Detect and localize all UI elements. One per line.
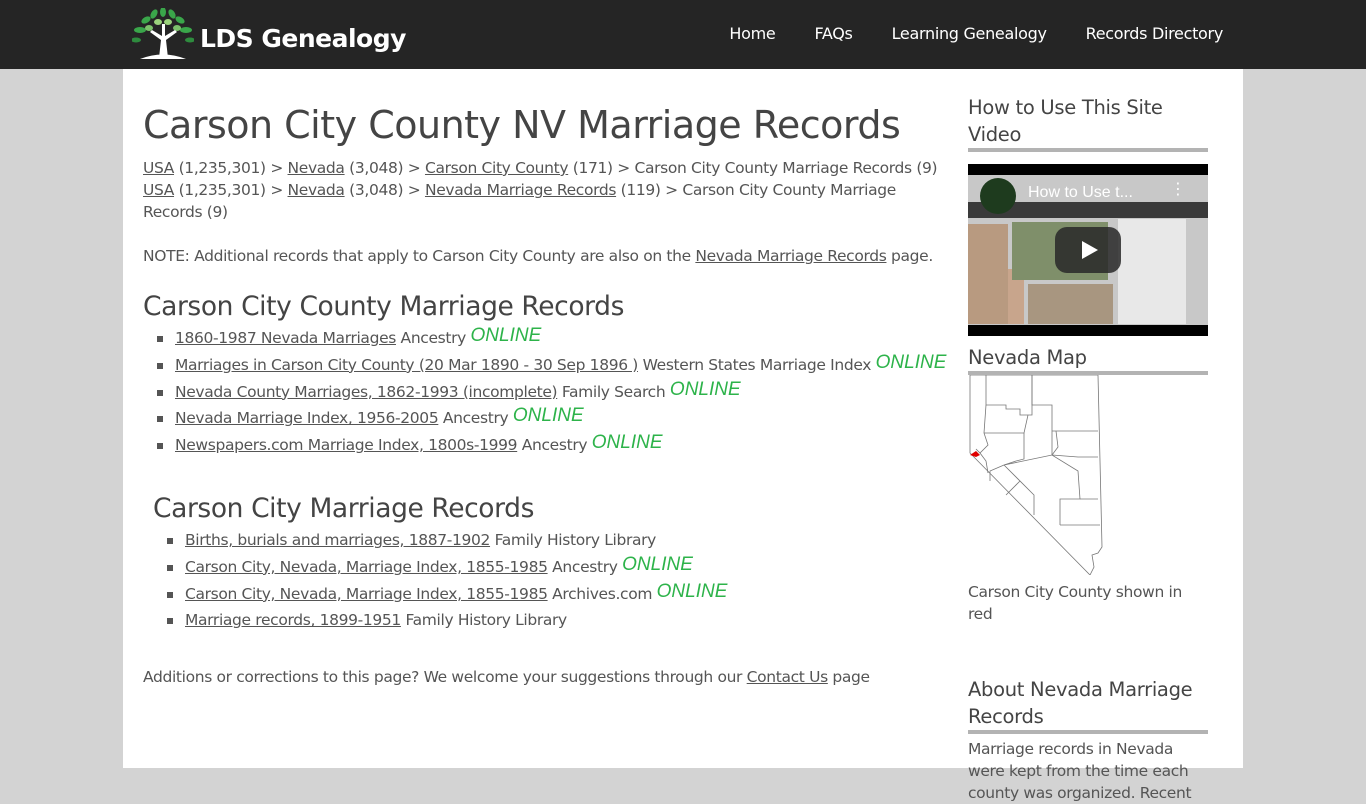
nevada-county-map [969, 374, 1103, 576]
contribution-text: Additions or corrections to this page? W… [143, 668, 747, 687]
online-badge: ONLINE [669, 378, 741, 400]
list-item: Carson City, Nevada, Marriage Index, 185… [143, 554, 943, 581]
contact-us-link[interactable]: Contact Us [747, 668, 829, 686]
record-link[interactable]: 1860-1987 Nevada Marriages [175, 329, 396, 347]
list-item: Nevada County Marriages, 1862-1993 (inco… [143, 379, 943, 406]
breadcrumb-count: (3,048) > [344, 159, 425, 177]
video-heading: How to Use This Site Video [968, 94, 1208, 152]
record-source: Ancestry [438, 409, 513, 428]
record-link[interactable]: Newspapers.com Marriage Index, 1800s-199… [175, 436, 518, 454]
online-badge: ONLINE [591, 432, 663, 454]
note-text: NOTE: Additional records that apply to C… [143, 247, 696, 265]
breadcrumb-link-usa[interactable]: USA [143, 181, 174, 199]
record-source: Family History Library [490, 530, 657, 549]
sidebar: How to Use This Site Video How to Use t.… [968, 69, 1208, 804]
list-item: Nevada Marriage Index, 1956-2005 Ancestr… [143, 405, 943, 432]
about-text: Marriage records in Nevada were kept fro… [968, 740, 1192, 802]
page-title: Carson City County NV Marriage Records [143, 103, 901, 147]
map-heading: Nevada Map [968, 344, 1208, 375]
note-link-nevada-marriage-records[interactable]: Nevada Marriage Records [695, 247, 886, 265]
city-records-list: Births, burials and marriages, 1887-1902… [143, 527, 943, 634]
county-records-list: 1860-1987 Nevada Marriages Ancestry ONLI… [143, 325, 946, 459]
contribution-note: Additions or corrections to this page? W… [143, 668, 943, 686]
online-badge: ONLINE [875, 351, 947, 373]
breadcrumb-count: (1,235,301) > [174, 159, 288, 177]
video-player[interactable]: How to Use t... ⋮ [968, 164, 1208, 336]
record-link[interactable]: Nevada Marriage Index, 1956-2005 [175, 409, 439, 427]
breadcrumbs: USA (1,235,301) > Nevada (3,048) > Carso… [143, 157, 943, 223]
breadcrumb-link-carson-city-county[interactable]: Carson City County [425, 159, 569, 177]
list-item: Carson City, Nevada, Marriage Index, 185… [143, 581, 943, 608]
video-thumb-panel [1118, 219, 1186, 324]
channel-logo-icon [980, 178, 1016, 214]
section-heading-county: Carson City County Marriage Records [143, 291, 624, 322]
breadcrumb-link-nevada-marriage-records[interactable]: Nevada Marriage Records [425, 181, 616, 199]
record-source: Ancestry [547, 557, 623, 576]
record-link[interactable]: Nevada County Marriages, 1862-1993 (inco… [175, 383, 558, 401]
record-source: Archives.com [547, 584, 657, 603]
record-link[interactable]: Marriages in Carson City County (20 Mar … [175, 356, 638, 374]
online-badge: ONLINE [470, 325, 542, 346]
video-thumb-photo [968, 224, 1008, 324]
breadcrumb-count: (119) > [616, 181, 683, 199]
online-badge: ONLINE [622, 553, 693, 575]
breadcrumb-current: Carson City County Marriage Records (9) [634, 159, 938, 177]
record-source: Family Search [557, 382, 670, 401]
record-source: Ancestry [517, 436, 592, 455]
record-link[interactable]: Births, burials and marriages, 1887-1902 [185, 531, 490, 549]
contribution-suffix: page [827, 668, 870, 687]
breadcrumb: USA (1,235,301) > Nevada (3,048) > Nevad… [143, 179, 943, 223]
video-title: How to Use t... [1028, 184, 1133, 201]
record-link[interactable]: Carson City, Nevada, Marriage Index, 185… [185, 585, 548, 603]
tree-logo-icon [132, 8, 194, 59]
note-paragraph: NOTE: Additional records that apply to C… [143, 245, 943, 267]
video-thumb-photo [1028, 284, 1113, 324]
nav-home[interactable]: Home [729, 24, 775, 43]
online-badge: ONLINE [656, 580, 728, 602]
list-item: Marriage records, 1899-1951 Family Histo… [143, 607, 943, 634]
record-source: Family History Library [400, 611, 568, 630]
breadcrumb-link-usa[interactable]: USA [143, 159, 174, 177]
breadcrumb-count: (171) > [568, 159, 635, 177]
breadcrumb: USA (1,235,301) > Nevada (3,048) > Carso… [143, 157, 943, 179]
about-heading: About Nevada Marriage Records [968, 676, 1208, 734]
map-caption: Carson City County shown in red [968, 583, 1182, 623]
breadcrumb-link-nevada[interactable]: Nevada [288, 181, 345, 199]
main-nav: Home FAQs Learning Genealogy Records Dir… [690, 24, 1223, 43]
site-logo[interactable]: LDS Genealogy [132, 8, 406, 60]
record-link[interactable]: Carson City, Nevada, Marriage Index, 185… [185, 558, 548, 576]
record-source: Ancestry [395, 329, 471, 347]
nav-faqs[interactable]: FAQs [814, 24, 852, 43]
record-link[interactable]: Marriage records, 1899-1951 [185, 611, 401, 629]
main-content: Carson City County NV Marriage Records U… [143, 69, 946, 686]
logo-text: LDS Genealogy [200, 23, 406, 53]
breadcrumb-link-nevada[interactable]: Nevada [288, 159, 345, 177]
nav-learning-genealogy[interactable]: Learning Genealogy [892, 24, 1047, 43]
online-badge: ONLINE [512, 405, 584, 427]
breadcrumb-count: (1,235,301) > [174, 181, 288, 199]
list-item: Newspapers.com Marriage Index, 1800s-199… [143, 432, 943, 459]
section-heading-city: Carson City Marriage Records [153, 492, 534, 524]
list-item: 1860-1987 Nevada Marriages Ancestry ONLI… [143, 325, 943, 352]
breadcrumb-count: (3,048) > [344, 181, 425, 199]
page-container: Carson City County NV Marriage Records U… [123, 69, 1243, 802]
note-suffix: page. [886, 247, 933, 265]
list-item: Marriages in Carson City County (20 Mar … [143, 352, 946, 379]
more-options-icon[interactable]: ⋮ [1170, 181, 1186, 197]
site-header: LDS Genealogy Home FAQs Learning Genealo… [0, 0, 1366, 69]
nav-records-directory[interactable]: Records Directory [1086, 24, 1224, 43]
play-icon[interactable] [1055, 227, 1121, 273]
list-item: Births, burials and marriages, 1887-1902… [143, 527, 943, 554]
record-source: Western States Marriage Index [638, 355, 876, 374]
